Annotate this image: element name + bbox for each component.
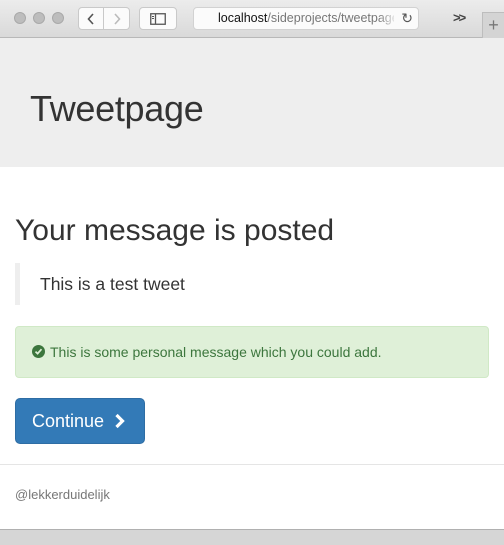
chevron-right-icon	[115, 413, 125, 429]
zoom-window-button[interactable]	[52, 12, 64, 24]
continue-button[interactable]: Continue	[15, 398, 145, 444]
continue-label: Continue	[32, 411, 105, 431]
chevron-left-icon	[87, 12, 94, 25]
reload-icon[interactable]: ↻	[401, 8, 413, 29]
forward-button[interactable]	[104, 7, 130, 30]
success-alert: This is some personal message which you …	[15, 326, 489, 378]
footer: @lekkerduidelijk	[0, 464, 504, 529]
toolbar-overflow-button[interactable]: >>	[453, 10, 466, 25]
address-bar[interactable]: localhost/sideprojects/tweetpage ↻	[193, 7, 419, 30]
page-heading: Your message is posted	[15, 214, 335, 247]
browser-toolbar: localhost/sideprojects/tweetpage ↻ >> +	[0, 0, 504, 38]
minimize-window-button[interactable]	[33, 12, 45, 24]
back-button[interactable]	[78, 7, 104, 30]
jumbotron: Tweetpage	[0, 38, 504, 167]
url-path: /sideprojects/tweetpage	[267, 11, 394, 25]
url-host: localhost	[218, 11, 268, 25]
tweet-text: This is a test tweet	[40, 274, 185, 294]
url-fade	[378, 8, 398, 29]
page: Tweetpage Your message is posted This is…	[0, 38, 504, 529]
alert-text: This is some personal message which you …	[50, 344, 382, 360]
site-title: Tweetpage	[30, 88, 204, 129]
browser-status-bar	[0, 529, 504, 545]
url-text: localhost/sideprojects/tweetpage	[218, 8, 394, 29]
new-tab-button[interactable]: +	[482, 12, 504, 38]
chevron-right-icon	[113, 12, 121, 25]
check-circle-icon	[32, 345, 45, 358]
close-window-button[interactable]	[14, 12, 26, 24]
footer-handle: @lekkerduidelijk	[15, 487, 110, 502]
tweet-blockquote: This is a test tweet	[15, 263, 489, 305]
sidebar-icon	[150, 12, 166, 25]
sidebar-toggle-button[interactable]	[139, 7, 177, 30]
